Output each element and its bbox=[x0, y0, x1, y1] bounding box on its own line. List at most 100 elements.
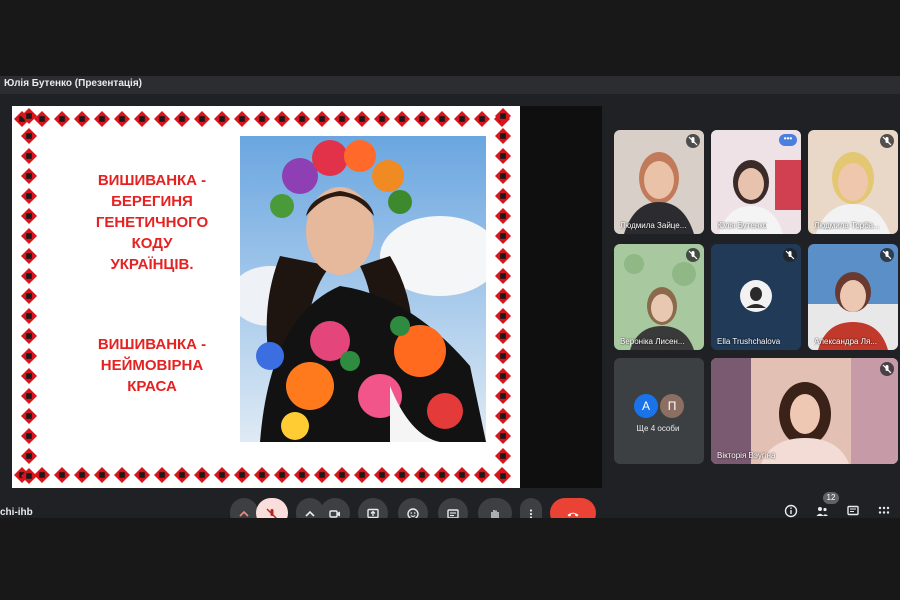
slide-line: БЕРЕГИНЯ bbox=[111, 193, 193, 210]
presentation-slide: ВИШИВАНКА - БЕРЕГИНЯ ГЕНЕТИЧНОГО КОДУ УК… bbox=[12, 106, 520, 488]
mic-off-icon bbox=[686, 134, 700, 148]
people-count-badge: 12 bbox=[823, 492, 839, 504]
ornament-motif bbox=[254, 111, 270, 127]
ornament-motif bbox=[495, 248, 511, 264]
mic-off-icon bbox=[880, 248, 894, 262]
ornament-motif bbox=[234, 111, 250, 127]
participant-name: Вероніка Лисен... bbox=[620, 337, 685, 346]
more-participants-tile[interactable]: А П Ще 4 особи bbox=[614, 358, 704, 464]
ornament-motif bbox=[194, 111, 210, 127]
participant-name: Людмила Торба... bbox=[814, 221, 880, 230]
ornament-motif bbox=[154, 111, 170, 127]
ornament-motif bbox=[394, 111, 410, 127]
ornament-motif bbox=[114, 467, 130, 483]
participant-tile[interactable]: Людмила Торба... bbox=[808, 130, 898, 234]
participant-tile[interactable]: Людмила Зайце... bbox=[614, 130, 704, 234]
ornament-motif bbox=[495, 208, 511, 224]
ornament-motif bbox=[495, 148, 511, 164]
ornament-motif bbox=[214, 111, 230, 127]
ornament-motif bbox=[495, 128, 511, 144]
ornament-motif bbox=[374, 111, 390, 127]
woman-in-vyshyvanka-photo bbox=[240, 136, 486, 442]
ornament-motif bbox=[134, 111, 150, 127]
ornament-motif bbox=[334, 111, 350, 127]
slide-line: КОДУ bbox=[131, 235, 173, 252]
ornament-motif bbox=[495, 448, 511, 464]
ornament-motif bbox=[21, 388, 37, 404]
presenter-label: Юлія Бутенко (Презентація) bbox=[4, 78, 142, 89]
ornament-motif bbox=[21, 308, 37, 324]
participant-name: Александра Ля... bbox=[814, 337, 877, 346]
mic-off-icon bbox=[783, 248, 797, 262]
ornament-motif bbox=[21, 208, 37, 224]
slide-heading-2: ВИШИВАНКА - НЕЙМОВІРНА КРАСА bbox=[62, 334, 242, 397]
participant-tile[interactable]: Вероніка Лисен... bbox=[614, 244, 704, 350]
ornament-motif bbox=[314, 467, 330, 483]
ornament-motif bbox=[21, 108, 37, 124]
chat-icon[interactable] bbox=[846, 504, 860, 518]
participant-tile[interactable]: ••• Юлія Бутенко bbox=[711, 130, 801, 234]
ornament-motif bbox=[21, 468, 37, 484]
ornament-motif bbox=[21, 148, 37, 164]
ornament-motif bbox=[214, 467, 230, 483]
ornament-motif bbox=[495, 468, 511, 484]
ornament-motif bbox=[94, 467, 110, 483]
ornament-motif bbox=[194, 467, 210, 483]
ornament-motif bbox=[434, 111, 450, 127]
ornament-motif bbox=[495, 268, 511, 284]
ornament-bottom bbox=[14, 467, 510, 483]
ornament-left bbox=[21, 108, 37, 484]
ornament-motif bbox=[294, 111, 310, 127]
ornament-motif bbox=[21, 348, 37, 364]
slide-line: КРАСА bbox=[127, 378, 177, 395]
ornament-right bbox=[495, 108, 511, 484]
ornament-motif bbox=[414, 467, 430, 483]
slide-line: УКРАЇНЦІВ. bbox=[110, 256, 194, 273]
ornament-motif bbox=[174, 467, 190, 483]
ornament-top bbox=[14, 111, 510, 127]
slide-line: ГЕНЕТИЧНОГО bbox=[95, 214, 209, 231]
ornament-motif bbox=[174, 111, 190, 127]
bottom-black-band bbox=[0, 518, 900, 600]
participant-tile[interactable]: Вікторія Вэугіна bbox=[711, 358, 898, 464]
participant-name: Юлія Бутенко bbox=[717, 221, 768, 230]
ornament-motif bbox=[495, 348, 511, 364]
ornament-motif bbox=[495, 308, 511, 324]
ornament-motif bbox=[54, 111, 70, 127]
activities-icon[interactable] bbox=[877, 504, 891, 518]
mic-off-icon bbox=[686, 248, 700, 262]
info-icon[interactable] bbox=[784, 504, 798, 518]
participant-tile[interactable]: Александра Ля... bbox=[808, 244, 898, 350]
ornament-motif bbox=[21, 428, 37, 444]
ornament-motif bbox=[495, 328, 511, 344]
slide-line: НЕЙМОВІРНА bbox=[100, 357, 204, 374]
mic-off-icon bbox=[880, 134, 894, 148]
participant-name: Людмила Зайце... bbox=[620, 221, 687, 230]
ornament-motif bbox=[454, 111, 470, 127]
more-participants-label: Ще 4 особи bbox=[636, 424, 680, 433]
ornament-motif bbox=[394, 467, 410, 483]
ornament-motif bbox=[274, 467, 290, 483]
ornament-motif bbox=[21, 288, 37, 304]
participant-name: Вікторія Вэугіна bbox=[717, 451, 776, 460]
avatar: П bbox=[660, 394, 684, 418]
ornament-motif bbox=[74, 467, 90, 483]
participant-options-icon[interactable]: ••• bbox=[779, 134, 797, 146]
ornament-motif bbox=[334, 467, 350, 483]
participant-tile[interactable]: Ella Trushchalova bbox=[711, 244, 801, 350]
ornament-motif bbox=[374, 467, 390, 483]
ornament-motif bbox=[495, 368, 511, 384]
avatar: А bbox=[634, 394, 658, 418]
participant-video bbox=[711, 358, 898, 464]
ornament-motif bbox=[414, 111, 430, 127]
slide-line: ВИШИВАНКА - bbox=[97, 336, 207, 353]
ornament-motif bbox=[434, 467, 450, 483]
ornament-motif bbox=[495, 288, 511, 304]
ornament-motif bbox=[254, 467, 270, 483]
people-icon[interactable] bbox=[815, 504, 829, 518]
ornament-motif bbox=[495, 108, 511, 124]
ornament-motif bbox=[114, 111, 130, 127]
ornament-motif bbox=[21, 328, 37, 344]
ornament-motif bbox=[134, 467, 150, 483]
ornament-motif bbox=[495, 228, 511, 244]
